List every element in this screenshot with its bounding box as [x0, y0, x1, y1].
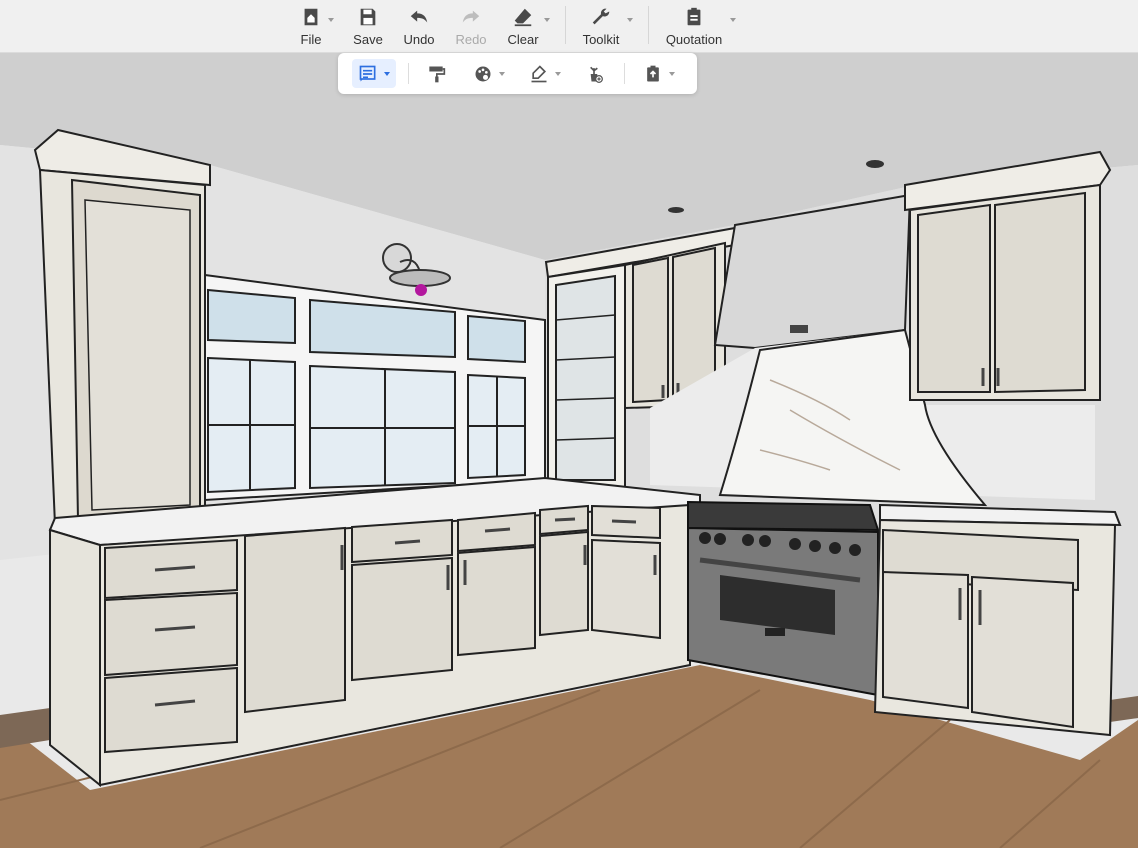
decor-plant-button[interactable]: [580, 59, 608, 88]
kitchen-3d-viewport[interactable]: [0, 52, 1138, 848]
subtoolbar-divider: [408, 63, 409, 84]
color-palette-icon: [475, 66, 491, 81]
eraser-brush-button[interactable]: [524, 59, 566, 88]
clipboard-button[interactable]: [638, 59, 680, 88]
toolkit-button[interactable]: Toolkit: [580, 4, 622, 48]
clear-label: Clear: [507, 32, 539, 47]
decor-plant-icon: [590, 66, 603, 83]
redo-button[interactable]: Redo: [455, 4, 487, 48]
save-label: Save: [353, 32, 383, 47]
quotation-button[interactable]: Quotation: [662, 4, 726, 48]
recessed-light: [866, 160, 884, 168]
clipboard-icon: [647, 65, 659, 81]
file-button[interactable]: File: [296, 4, 326, 48]
file-home-icon: [304, 8, 318, 26]
file-label: File: [300, 32, 322, 47]
toolbar-divider: [565, 6, 566, 44]
view-toolbar: [338, 53, 697, 94]
tall-pantry-cabinet[interactable]: [33, 128, 211, 527]
paint-roller-icon: [429, 66, 446, 82]
wrench-icon: [592, 8, 610, 25]
toolkit-label: Toolkit: [582, 32, 620, 47]
redo-label: Redo: [455, 32, 487, 47]
subtoolbar-divider: [624, 63, 625, 84]
notes-list-icon: [359, 65, 376, 81]
gas-range[interactable]: [687, 500, 880, 697]
upper-right-cabinet[interactable]: [904, 150, 1112, 401]
undo-label: Undo: [403, 32, 435, 47]
file-dropdown-icon[interactable]: [328, 18, 334, 22]
paint-roller-button[interactable]: [422, 59, 450, 88]
save-button[interactable]: Save: [352, 4, 384, 48]
undo-button[interactable]: Undo: [401, 4, 437, 48]
quotation-label: Quotation: [665, 32, 723, 47]
clipboard-icon: [687, 7, 701, 26]
redo-arrow-icon: [462, 10, 480, 23]
baseboard: [0, 708, 50, 748]
toolbar-divider: [648, 6, 649, 44]
toolkit-dropdown-icon[interactable]: [627, 18, 633, 22]
color-palette-button[interactable]: [468, 59, 510, 88]
quotation-dropdown-icon[interactable]: [730, 18, 736, 22]
eraser-brush-icon: [531, 64, 547, 82]
recessed-light: [668, 207, 684, 213]
main-toolbar: File Save Undo Redo Clear Toolkit Quotat…: [0, 0, 1138, 53]
clear-button[interactable]: Clear: [506, 4, 540, 48]
undo-arrow-icon: [410, 10, 428, 23]
base-cabinet-right[interactable]: [873, 518, 1117, 737]
save-floppy-icon: [360, 8, 376, 26]
eraser-icon: [514, 8, 532, 27]
notes-list-button[interactable]: [352, 59, 396, 88]
clear-dropdown-icon[interactable]: [544, 18, 550, 22]
